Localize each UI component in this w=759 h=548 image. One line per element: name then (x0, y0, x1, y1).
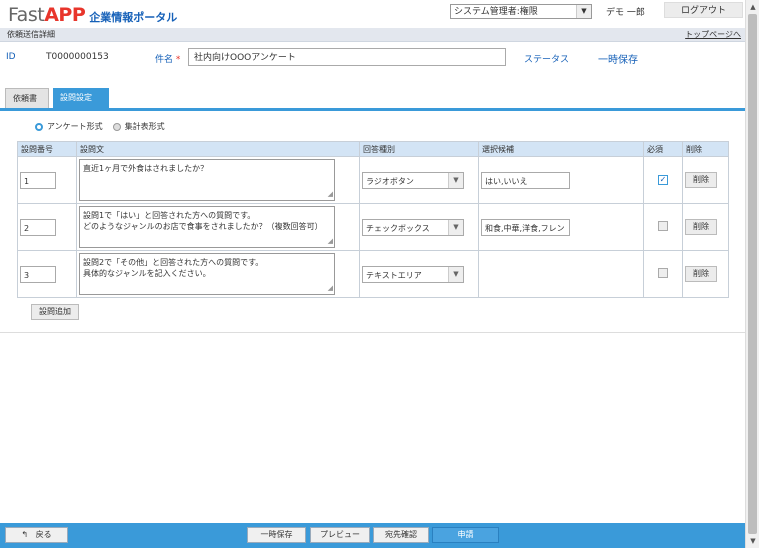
page-title: 依頼送信詳細 (7, 30, 55, 39)
logo-app-text: APP (44, 4, 86, 26)
id-value: T0000000153 (46, 52, 109, 62)
question-text-area[interactable]: 直近1ヶ月で外食はされましたか？ ◢ (79, 159, 335, 201)
table-row: 1 直近1ヶ月で外食はされましたか？ ◢ ラジオボタン ▼ はい,いいえ ✓ 削除 (17, 156, 729, 204)
back-arrow-icon: ↰ (21, 530, 29, 539)
required-mark: * (175, 55, 181, 65)
header-question-number: 設問番号 (17, 141, 77, 157)
preview-button[interactable]: プレビュー (310, 527, 370, 543)
footer-bar: ↰ 戻る 一時保存 プレビュー 宛先確認 申請 (0, 523, 745, 548)
id-label: ID (6, 52, 16, 62)
answer-type-select[interactable]: テキストエリア ▼ (362, 265, 464, 283)
tab-strip: 依頼書 設問設定 (0, 86, 745, 111)
subject-label: 件名 * (155, 52, 180, 65)
delete-button[interactable]: 削除 (685, 172, 717, 188)
header-answer-type: 回答種別 (359, 141, 479, 157)
question-number-input[interactable]: 3 (20, 265, 56, 283)
role-select[interactable]: システム管理者:権限 ▼ (450, 4, 592, 19)
radio-survey-format-label: アンケート形式 (47, 122, 103, 131)
radio-survey-format[interactable] (35, 122, 43, 131)
required-checkbox[interactable] (658, 268, 668, 278)
recipient-check-button[interactable]: 宛先確認 (373, 527, 429, 543)
answer-type-value: テキストエリア (366, 270, 422, 280)
question-text-area[interactable]: 設問1で「はい」と回答された方への質問です。 どのようなジャンルのお店で食事をさ… (79, 206, 335, 248)
header-choices: 選択候補 (478, 141, 644, 157)
radio-tally-format[interactable] (112, 122, 121, 131)
choices-input[interactable]: はい,いいえ (481, 171, 570, 189)
status-label: ステータス (524, 55, 570, 65)
table-row: 3 設問2で「その他」と回答された方への質問です。 具体的なジャンルを記入くださ… (17, 250, 729, 298)
vertical-scrollbar[interactable]: ▲ ▼ (745, 0, 759, 548)
question-table: 設問番号 設問文 回答種別 選択候補 必須 削除 1 直近1ヶ月で外食はされまし… (17, 141, 729, 298)
radio-tally-format-label: 集計表形式 (124, 122, 165, 131)
back-button-label: 戻る (35, 530, 52, 539)
scroll-down-icon[interactable]: ▼ (748, 536, 758, 546)
question-number-input[interactable]: 1 (20, 171, 56, 189)
subject-input[interactable]: 社内向けOOOアンケート (188, 48, 506, 66)
chevron-down-icon: ▼ (448, 219, 463, 235)
answer-type-select[interactable]: チェックボックス ▼ (362, 218, 464, 236)
back-button[interactable]: ↰ 戻る (5, 527, 68, 543)
temp-save-button[interactable]: 一時保存 (247, 527, 306, 543)
logout-button[interactable]: ログアウト (664, 2, 743, 18)
logo-fast-text: Fast (8, 4, 45, 26)
scroll-thumb[interactable] (748, 14, 757, 534)
content-divider (0, 332, 745, 333)
resize-grip-icon[interactable]: ◢ (328, 236, 333, 247)
choices-cell-empty (478, 250, 644, 298)
header-required: 必須 (643, 141, 683, 157)
question-text: 設問1で「はい」と回答された方への質問です。 どのようなジャンルのお店で食事をさ… (83, 211, 323, 231)
app-logo[interactable]: Fast APP 企業情報ポータル (8, 4, 177, 26)
tab-question-settings[interactable]: 設問設定 (53, 88, 109, 108)
header-delete: 削除 (682, 141, 729, 157)
delete-button[interactable]: 削除 (685, 266, 717, 282)
chevron-down-icon: ▼ (448, 266, 463, 282)
app-header: Fast APP 企業情報ポータル システム管理者:権限 ▼ デモ 一郎 ログアウ… (0, 0, 745, 28)
delete-button[interactable]: 削除 (685, 219, 717, 235)
question-text-area[interactable]: 設問2で「その他」と回答された方への質問です。 具体的なジャンルを記入ください。… (79, 253, 335, 295)
table-row: 2 設問1で「はい」と回答された方への質問です。 どのようなジャンルのお店で食事… (17, 203, 729, 251)
choices-input[interactable]: 和食,中華,洋食,フレン (481, 218, 570, 236)
scroll-up-icon[interactable]: ▲ (748, 2, 758, 12)
question-text: 直近1ヶ月で外食はされましたか？ (83, 164, 209, 173)
answer-type-value: チェックボックス (366, 223, 430, 233)
question-text: 設問2で「その他」と回答された方への質問です。 具体的なジャンルを記入ください。 (83, 258, 264, 278)
portal-title: 企業情報ポータル (89, 11, 178, 24)
chevron-down-icon: ▼ (448, 172, 463, 188)
required-checkbox[interactable] (658, 221, 668, 231)
subject-label-text: 件名 (155, 55, 174, 65)
add-question-button[interactable]: 設問追加 (31, 304, 79, 320)
header-question-text: 設問文 (76, 141, 360, 157)
status-value: 一時保存 (598, 55, 638, 66)
tab-request-form[interactable]: 依頼書 (5, 88, 49, 108)
resize-grip-icon[interactable]: ◢ (328, 283, 333, 294)
user-name: デモ 一郎 (606, 8, 645, 18)
chevron-down-icon: ▼ (576, 5, 591, 18)
role-select-value: システム管理者:権限 (454, 7, 538, 17)
required-checkbox[interactable]: ✓ (658, 175, 668, 185)
top-page-link[interactable]: トップページへ (685, 29, 741, 40)
answer-type-value: ラジオボタン (366, 176, 414, 186)
page-titlebar: 依頼送信詳細 トップページへ (0, 28, 745, 42)
form-type-radio-group: アンケート形式 集計表形式 (35, 121, 171, 132)
resize-grip-icon[interactable]: ◢ (328, 189, 333, 200)
question-number-input[interactable]: 2 (20, 218, 56, 236)
answer-type-select[interactable]: ラジオボタン ▼ (362, 171, 464, 189)
submit-button[interactable]: 申請 (432, 527, 499, 543)
